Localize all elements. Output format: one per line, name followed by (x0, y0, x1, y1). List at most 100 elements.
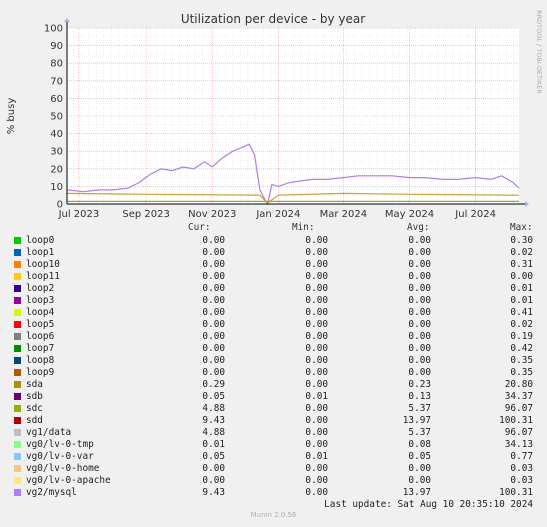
chart-plot: Utilization per device - by year % busy … (6, 10, 543, 220)
legend-min: 0.00 (305, 271, 328, 282)
legend-min: 0.00 (305, 475, 328, 486)
legend-cur: 0.05 (202, 391, 225, 402)
y-tick-label: 10 (50, 182, 63, 193)
legend-min: 0.00 (305, 343, 328, 354)
legend-max: 100.31 (499, 415, 533, 426)
y-axis-arrow (64, 18, 70, 22)
legend-swatch (14, 297, 21, 304)
legend-min: 0.00 (305, 487, 328, 498)
legend-swatch (14, 465, 21, 472)
legend-row: vg0/lv-0-home 0.00 0.00 0.00 0.03 (0, 463, 547, 475)
legend-avg: 0.00 (408, 319, 431, 330)
legend-max: 0.02 (510, 319, 533, 330)
legend-name: loop3 (26, 295, 55, 306)
y-tick-label: 90 (50, 41, 63, 52)
legend-max: 34.37 (504, 391, 533, 402)
legend-cur: 0.00 (202, 235, 225, 246)
y-tick-label: 40 (50, 129, 63, 140)
legend-row: vg0/lv-0-apache 0.00 0.00 0.00 0.03 (0, 475, 547, 487)
y-tick-label: 20 (50, 164, 63, 175)
legend-max: 0.31 (510, 259, 533, 270)
y-tick-label: 60 (50, 94, 63, 105)
legend-avg: 0.00 (408, 367, 431, 378)
legend-swatch (14, 273, 21, 280)
legend-swatch (14, 321, 21, 328)
legend-row: sdc 4.88 0.00 5.37 96.07 (0, 403, 547, 415)
legend-swatch (14, 369, 21, 376)
legend-row: loop7 0.00 0.00 0.00 0.42 (0, 343, 547, 355)
legend-avg: 13.97 (402, 487, 431, 498)
legend-cur: 4.88 (202, 427, 225, 438)
legend-cur: 0.00 (202, 307, 225, 318)
legend-avg: 0.00 (408, 343, 431, 354)
legend-avg: 0.05 (408, 451, 431, 462)
legend-avg: 0.00 (408, 295, 431, 306)
legend-max: 0.02 (510, 247, 533, 258)
legend-cur: 9.43 (202, 487, 225, 498)
legend-avg: 5.37 (408, 427, 431, 438)
legend-max: 96.07 (504, 403, 533, 414)
legend-min: 0.00 (305, 259, 328, 270)
legend-min: 0.00 (305, 283, 328, 294)
legend-avg: 0.00 (408, 235, 431, 246)
legend-name: vg0/lv-0-var (26, 451, 94, 462)
y-axis-label: % busy (6, 98, 17, 135)
legend-name: loop8 (26, 355, 55, 366)
y-tick-label: 50 (50, 112, 63, 123)
legend-max: 0.35 (510, 367, 533, 378)
legend-row: loop8 0.00 0.00 0.00 0.35 (0, 355, 547, 367)
legend-name: loop10 (26, 259, 60, 270)
legend-name: vg0/lv-0-apache (26, 475, 111, 486)
legend-avg: 0.00 (408, 283, 431, 294)
legend-swatch (14, 417, 21, 424)
legend-avg: 0.00 (408, 355, 431, 366)
legend-avg: 0.00 (408, 463, 431, 474)
legend-name: loop11 (26, 271, 60, 282)
legend-min: 0.01 (305, 451, 328, 462)
legend-min: 0.00 (305, 355, 328, 366)
legend-row: vg0/lv-0-tmp 0.01 0.00 0.08 34.13 (0, 439, 547, 451)
legend-avg: 0.00 (408, 331, 431, 342)
legend-swatch (14, 261, 21, 268)
last-update: Last update: Sat Aug 10 20:35:10 2024 (324, 499, 533, 510)
x-tick-label: May 2024 (385, 209, 434, 220)
y-tick-label: 70 (50, 76, 63, 87)
x-tick-label: Jan 2024 (255, 209, 300, 220)
legend-swatch (14, 489, 21, 496)
legend-max: 0.41 (510, 307, 533, 318)
legend-min: 0.00 (305, 235, 328, 246)
legend-name: loop1 (26, 247, 55, 258)
legend-swatch (14, 345, 21, 352)
legend-cur: 0.00 (202, 463, 225, 474)
legend-min: 0.00 (305, 379, 328, 390)
legend-max: 0.01 (510, 283, 533, 294)
legend-row: sda 0.29 0.00 0.23 20.80 (0, 379, 547, 391)
legend-cur: 0.00 (202, 475, 225, 486)
legend-min: 0.00 (305, 307, 328, 318)
col-header-cur: Cur: (188, 222, 211, 233)
col-header-max: Max: (510, 222, 533, 233)
legend-row: loop0 0.00 0.00 0.00 0.30 (0, 235, 547, 247)
legend-swatch (14, 237, 21, 244)
legend-swatch (14, 405, 21, 412)
legend-cur: 0.00 (202, 259, 225, 270)
legend-row: vg1/data 4.88 0.00 5.37 96.07 (0, 427, 547, 439)
x-tick-label: Jul 2024 (454, 209, 496, 220)
legend-row: loop1 0.00 0.00 0.00 0.02 (0, 247, 547, 259)
x-tick-label: Jul 2023 (58, 209, 100, 220)
legend-avg: 0.00 (408, 271, 431, 282)
legend-row: loop10 0.00 0.00 0.00 0.31 (0, 259, 547, 271)
legend-max: 100.31 (499, 487, 533, 498)
legend-min: 0.00 (305, 331, 328, 342)
legend-swatch (14, 441, 21, 448)
munin-graph: Utilization per device - by year % busy … (0, 0, 547, 527)
legend-avg: 13.97 (402, 415, 431, 426)
legend-swatch (14, 249, 21, 256)
legend-max: 0.30 (510, 235, 533, 246)
legend-row: sdd 9.43 0.00 13.97 100.31 (0, 415, 547, 427)
legend-swatch (14, 453, 21, 460)
legend-max: 0.35 (510, 355, 533, 366)
legend-name: loop6 (26, 331, 55, 342)
legend-min: 0.00 (305, 247, 328, 258)
legend-min: 0.00 (305, 463, 328, 474)
